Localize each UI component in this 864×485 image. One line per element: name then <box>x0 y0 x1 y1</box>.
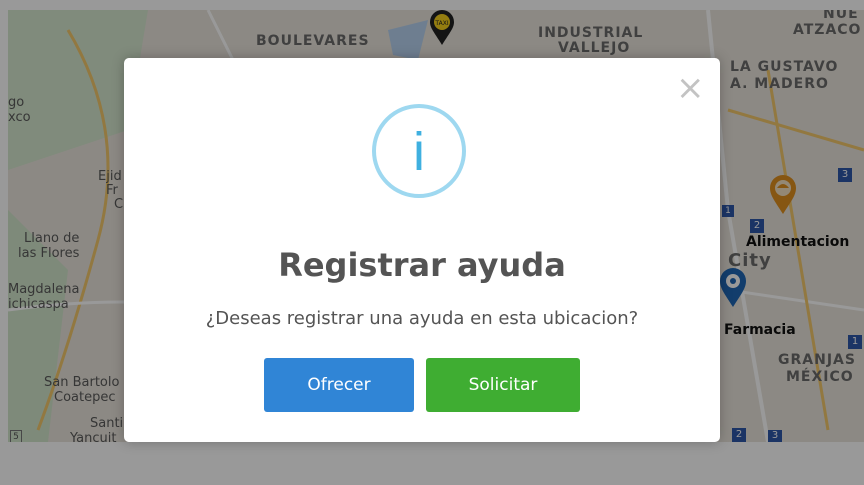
offer-button[interactable]: Ofrecer <box>264 358 414 412</box>
info-icon: i <box>372 104 466 198</box>
request-button[interactable]: Solicitar <box>426 358 580 412</box>
close-icon[interactable]: × <box>676 71 705 105</box>
register-help-dialog: × i Registrar ayuda ¿Deseas registrar un… <box>124 58 720 442</box>
dialog-title: Registrar ayuda <box>278 246 566 284</box>
info-glyph: i <box>413 122 425 182</box>
dialog-text: ¿Deseas registrar una ayuda en esta ubic… <box>205 308 639 329</box>
